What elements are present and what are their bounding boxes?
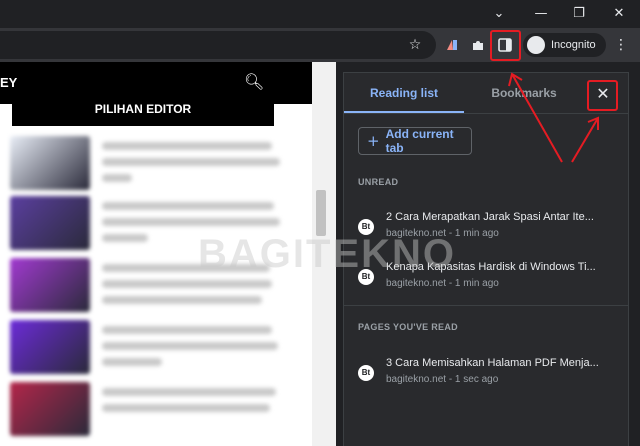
incognito-indicator[interactable]: Incognito: [523, 33, 606, 57]
site-brand: EY: [0, 75, 18, 90]
article-thumbnail: [10, 320, 90, 374]
article-title-line: [102, 218, 280, 226]
add-current-tab-label: Add current tab: [385, 127, 454, 155]
article-item[interactable]: [10, 320, 310, 374]
article-item[interactable]: [10, 136, 310, 190]
plus-icon: +: [367, 132, 380, 150]
close-button-highlight: [587, 80, 618, 111]
reading-list-item-meta: bagitekno.net - 1 sec ago: [386, 374, 499, 385]
reading-list-item-title: 2 Cara Merapatkan Jarak Spasi Antar Ite.…: [386, 211, 594, 223]
tab-divider: [344, 113, 628, 114]
article-thumbnail: [10, 382, 90, 436]
section-heading-pages-read: PAGES YOU'VE READ: [358, 322, 458, 332]
site-favicon-icon: Bt: [358, 365, 374, 381]
kebab-menu-icon[interactable]: ⋮: [610, 34, 632, 56]
add-current-tab-button[interactable]: + Add current tab: [358, 127, 472, 155]
tab-reading-list[interactable]: Reading list: [344, 73, 464, 113]
article-title-line: [102, 280, 272, 288]
extension-icon[interactable]: [441, 34, 463, 56]
article-title-line: [102, 388, 276, 396]
minimize-button[interactable]: —: [528, 4, 554, 24]
reading-list-item[interactable]: Bt 3 Cara Memisahkan Halaman PDF Menja..…: [358, 357, 620, 395]
article-title-line: [102, 234, 148, 242]
side-panel-highlight: [490, 30, 521, 61]
reading-list-item-meta: bagitekno.net - 1 min ago: [386, 278, 499, 289]
watermark: BAGITEKNO: [198, 232, 456, 276]
article-thumbnail: [10, 258, 90, 312]
window-titlebar: ⌄ — ❐ ✕: [0, 0, 640, 28]
section-divider: [344, 305, 628, 306]
section-heading-unread: UNREAD: [358, 177, 399, 187]
incognito-label: Incognito: [551, 39, 596, 51]
browser-toolbar: ☆ Incognito ⋮: [0, 28, 640, 62]
editor-picks-heading: PILIHAN EDITOR: [12, 92, 274, 126]
reading-list-item-title: 3 Cara Memisahkan Halaman PDF Menja...: [386, 357, 599, 369]
close-window-button[interactable]: ✕: [606, 4, 632, 24]
article-title-line: [102, 202, 274, 210]
article-title-line: [102, 358, 162, 366]
incognito-icon: [527, 36, 545, 54]
article-title-line: [102, 326, 272, 334]
address-bar[interactable]: [0, 31, 436, 59]
article-title-line: [102, 142, 272, 150]
search-icon[interactable]: 🔍︎: [244, 72, 264, 91]
star-icon[interactable]: ☆: [404, 34, 426, 56]
article-title-line: [102, 174, 132, 182]
page-scrollbar-thumb[interactable]: [316, 190, 326, 236]
article-title-line: [102, 404, 270, 412]
article-thumbnail: [10, 196, 90, 250]
article-title-line: [102, 158, 280, 166]
restore-button[interactable]: ❐: [566, 4, 592, 24]
tab-bookmarks[interactable]: Bookmarks: [464, 73, 584, 113]
article-title-line: [102, 342, 278, 350]
article-item[interactable]: [10, 382, 310, 436]
tab-search-icon[interactable]: ⌄: [486, 4, 512, 24]
article-title-line: [102, 296, 262, 304]
puzzle-icon[interactable]: [467, 34, 489, 56]
article-thumbnail: [10, 136, 90, 190]
